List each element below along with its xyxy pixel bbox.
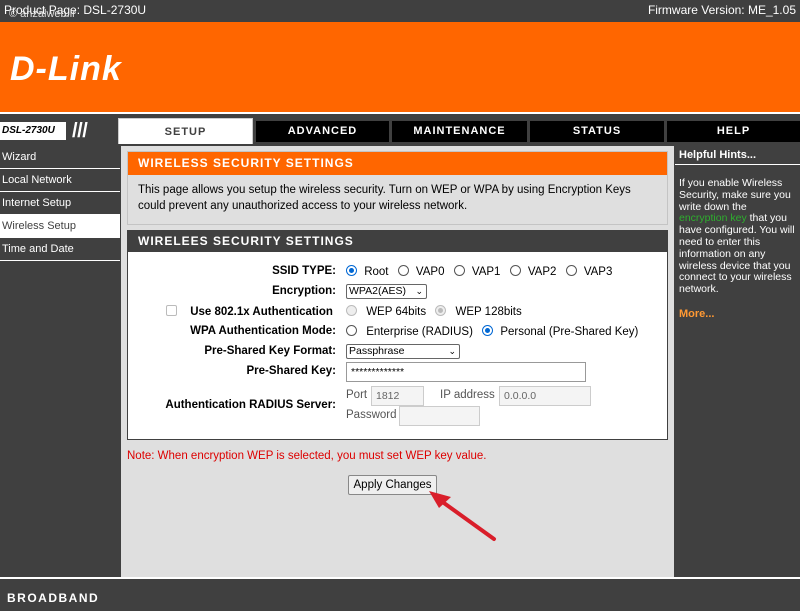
footer-brand: BROADBAND <box>7 591 100 605</box>
sidebar-item-local-network[interactable]: Local Network <box>0 169 120 192</box>
sidebar: Wizard Local Network Internet Setup Wire… <box>0 146 120 577</box>
sidebar-item-time-and-date[interactable]: Time and Date <box>0 238 120 261</box>
model-label: DSL-2730U <box>0 122 66 140</box>
dlink-logo: D-Link <box>10 50 122 88</box>
main-content: WIRELESS SECURITY SETTINGS This page all… <box>121 146 674 577</box>
tab-setup[interactable]: SETUP <box>118 118 253 144</box>
hints-highlight: encryption key <box>679 212 747 225</box>
sidebar-item-internet-setup[interactable]: Internet Setup <box>0 192 120 215</box>
tab-maintenance[interactable]: MAINTENANCE <box>392 121 527 142</box>
helpful-hints-panel: Helpful Hints... If you enable Wireless … <box>675 146 800 577</box>
header-banner: D-Link <box>0 22 800 114</box>
watermark: © anzalweb.ir <box>9 8 76 20</box>
tab-help[interactable]: HELP <box>667 121 800 142</box>
hints-text-part1: If you enable Wireless Security, make su… <box>679 177 791 213</box>
firmware-version: Firmware Version: ME_1.05 <box>647 3 796 17</box>
tab-advanced[interactable]: ADVANCED <box>256 121 389 142</box>
footer: BROADBAND <box>0 577 800 611</box>
tab-status[interactable]: STATUS <box>530 121 664 142</box>
top-bar: Product Page: DSL-2730U © anzalweb.ir Fi… <box>0 0 800 22</box>
red-arrow-icon <box>429 491 496 541</box>
hints-text-part2: that you have configured. You will need … <box>679 212 795 296</box>
sidebar-item-wizard[interactable]: Wizard <box>0 146 120 169</box>
hints-text: If you enable Wireless Security, make su… <box>675 165 800 296</box>
hints-more-link[interactable]: More... <box>675 296 800 320</box>
slash-decoration: / / / <box>72 120 88 142</box>
nav-bar: DSL-2730U / / / SETUP ADVANCED MAINTENAN… <box>0 118 800 144</box>
sidebar-item-wireless-setup[interactable]: Wireless Setup <box>0 215 120 238</box>
hints-title: Helpful Hints... <box>675 146 800 165</box>
